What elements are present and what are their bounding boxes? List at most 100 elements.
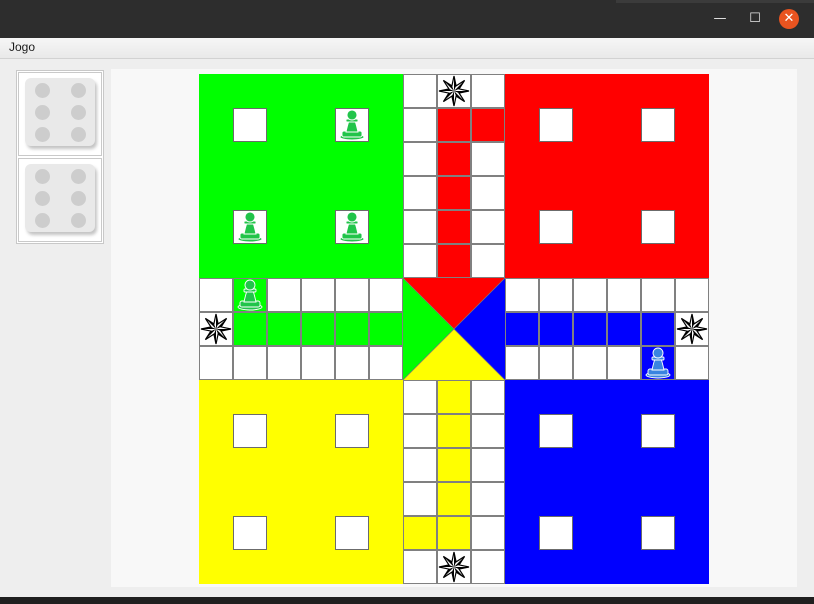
game-window-content xyxy=(0,59,814,597)
board-cell xyxy=(607,312,641,346)
board-cell xyxy=(641,312,675,346)
die-pip xyxy=(71,213,86,228)
title-bar-accent xyxy=(616,0,814,3)
board-cell xyxy=(335,312,369,346)
board-cell xyxy=(267,346,301,380)
board-cell xyxy=(301,346,335,380)
red-yard-slot xyxy=(539,210,573,244)
board-cell xyxy=(403,176,437,210)
board-cell xyxy=(335,278,369,312)
board-cell xyxy=(301,312,335,346)
blue-yard-slot xyxy=(641,516,675,550)
board-cell xyxy=(403,210,437,244)
board-cell xyxy=(437,142,471,176)
board-cell xyxy=(471,176,505,210)
board-cell xyxy=(505,278,539,312)
board-cell xyxy=(437,380,471,414)
board-cell xyxy=(607,346,641,380)
red-yard-slot xyxy=(641,210,675,244)
green-yard xyxy=(199,74,403,278)
menu-jogo[interactable]: Jogo xyxy=(9,40,35,54)
dice-panel xyxy=(16,70,104,244)
board-cell xyxy=(573,346,607,380)
yellow-yard-slot xyxy=(335,516,369,550)
board-cell xyxy=(437,482,471,516)
board-cell xyxy=(675,346,709,380)
yellow-yard-slot xyxy=(233,414,267,448)
board-cell xyxy=(335,346,369,380)
red-yard-slot xyxy=(539,108,573,142)
board-cell xyxy=(539,278,573,312)
menu-bar: Jogo xyxy=(0,38,814,59)
blue-yard-slot xyxy=(539,516,573,550)
red-yard xyxy=(505,74,709,278)
yellow-yard-slot xyxy=(233,516,267,550)
die-2[interactable] xyxy=(18,158,102,242)
board-cell xyxy=(471,448,505,482)
board-cell xyxy=(267,312,301,346)
board-cell xyxy=(471,210,505,244)
board-cell xyxy=(437,516,471,550)
die-1[interactable] xyxy=(18,72,102,156)
board-cell xyxy=(573,278,607,312)
board-cell xyxy=(403,244,437,278)
blue-yard xyxy=(505,380,709,584)
board-cell xyxy=(437,448,471,482)
green-yard-slot xyxy=(233,108,267,142)
board-cell xyxy=(505,346,539,380)
board-cell xyxy=(471,244,505,278)
board-cell xyxy=(471,414,505,448)
red-yard-slot xyxy=(641,108,675,142)
board-cell xyxy=(403,482,437,516)
board-cell xyxy=(369,346,403,380)
maximize-button[interactable]: ☐ xyxy=(745,9,765,29)
board-cell xyxy=(301,278,335,312)
die-pip xyxy=(35,127,50,142)
board-cell xyxy=(403,448,437,482)
board-cell xyxy=(369,278,403,312)
board-cell xyxy=(233,346,267,380)
board-cell xyxy=(403,414,437,448)
die-pip xyxy=(71,83,86,98)
board-cell xyxy=(403,108,437,142)
board-cell xyxy=(471,74,505,108)
title-bar: — ☐ ✕ xyxy=(0,0,814,38)
board-cell xyxy=(437,244,471,278)
ludo-board xyxy=(199,74,709,584)
close-button[interactable]: ✕ xyxy=(779,9,799,29)
die-pip xyxy=(35,191,50,206)
board-cell xyxy=(437,414,471,448)
board-cell xyxy=(369,312,403,346)
board-cell xyxy=(471,142,505,176)
die-pip xyxy=(71,105,86,120)
board-cell xyxy=(403,516,437,550)
die-pip xyxy=(71,191,86,206)
board-cell xyxy=(607,278,641,312)
board-cell xyxy=(199,278,233,312)
board-cell xyxy=(403,380,437,414)
board-cell xyxy=(437,210,471,244)
minimize-button[interactable]: — xyxy=(710,9,730,29)
board-cell xyxy=(199,346,233,380)
die-pip xyxy=(35,213,50,228)
die-face xyxy=(25,164,95,232)
board-cell xyxy=(539,312,573,346)
die-pip xyxy=(35,169,50,184)
board-cell xyxy=(539,346,573,380)
die-pip xyxy=(71,169,86,184)
board-cell xyxy=(403,142,437,176)
board-cell xyxy=(573,312,607,346)
die-pip xyxy=(35,105,50,120)
die-pip xyxy=(35,83,50,98)
bottom-strip xyxy=(0,597,814,604)
board-cell xyxy=(403,550,437,584)
board-cell xyxy=(267,278,301,312)
blue-yard-slot xyxy=(539,414,573,448)
die-face xyxy=(25,78,95,146)
board-cell xyxy=(675,278,709,312)
board-cell xyxy=(437,108,471,142)
board-cell xyxy=(471,516,505,550)
board-cell xyxy=(403,74,437,108)
board-cell xyxy=(471,550,505,584)
board-cell xyxy=(233,312,267,346)
